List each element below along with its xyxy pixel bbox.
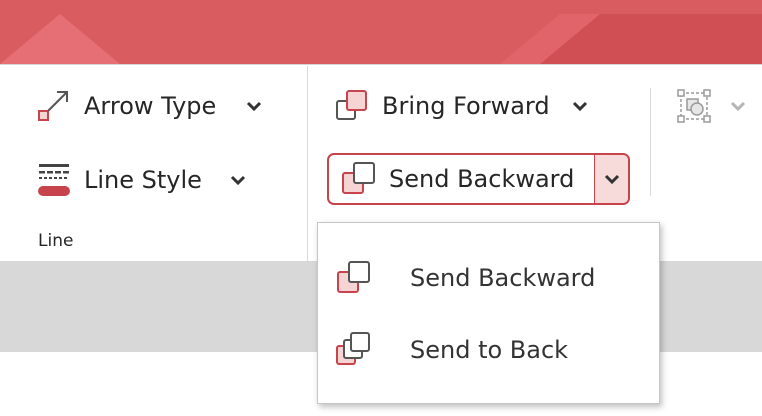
send-backward-label: Send Backward [389,165,575,193]
line-style-button[interactable]: Line Style [36,160,246,200]
bring-forward-label: Bring Forward [382,92,550,120]
title-bar-decoration [0,14,762,64]
send-to-back-icon [334,330,374,370]
send-backward-dropdown-toggle[interactable] [594,155,628,203]
group-label-line: Line [38,231,74,251]
bring-forward-button[interactable]: Bring Forward [334,86,588,126]
send-backward-icon [334,258,374,298]
menu-item-label: Send Backward [410,264,596,292]
group-separator [650,88,651,196]
bring-forward-icon [334,88,370,124]
arrow-type-button[interactable]: Arrow Type [36,86,262,126]
send-backward-menu: Send Backward Send to Back [317,222,660,404]
chevron-down-icon[interactable] [572,100,588,112]
menu-item-label: Send to Back [410,336,569,364]
send-backward-icon [339,159,379,199]
chevron-down-icon[interactable] [230,174,246,186]
menu-item-send-backward[interactable]: Send Backward [318,243,659,313]
menu-item-send-to-back[interactable]: Send to Back [318,315,659,385]
chevron-down-icon [730,101,746,112]
line-style-icon [36,162,72,198]
line-style-label: Line Style [84,166,202,194]
send-backward-split-button[interactable]: Send Backward [327,153,630,205]
title-bar [0,0,762,64]
arrow-type-label: Arrow Type [84,92,217,120]
arrow-type-icon [36,88,72,124]
group-separator [307,66,308,261]
send-backward-button[interactable]: Send Backward [329,155,594,203]
chevron-down-icon[interactable] [246,100,262,112]
group-objects-icon [676,88,712,124]
chevron-down-icon [604,174,619,185]
group-objects-button[interactable] [676,86,746,126]
